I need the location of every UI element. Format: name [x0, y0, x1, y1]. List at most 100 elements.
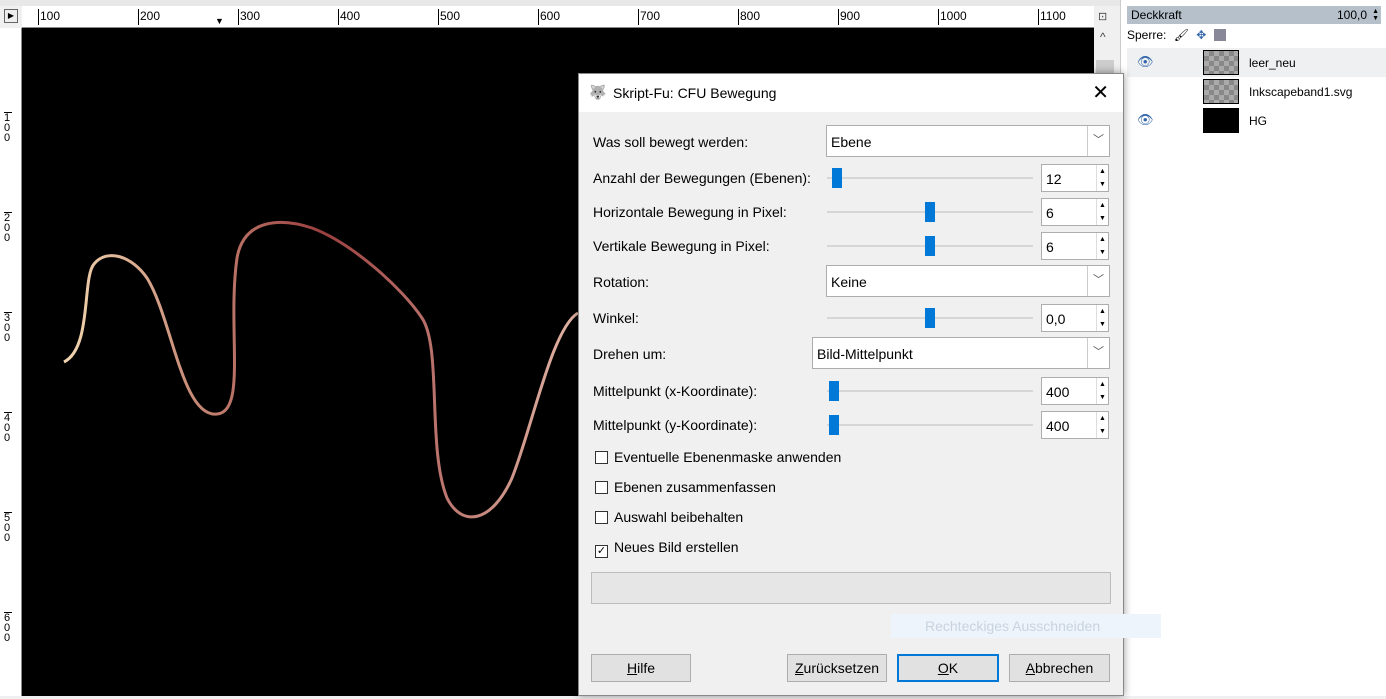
spin-arrows-icon[interactable]: ▲ ▼ [1096, 305, 1108, 331]
ruler-label: 500 [4, 512, 12, 544]
ok-button[interactable]: OK [897, 654, 999, 682]
ruler-label: 100 [4, 112, 12, 144]
tooltip: Rechteckiges Ausschneiden [891, 614, 1161, 638]
angle-slider[interactable] [827, 308, 1033, 328]
reset-button[interactable]: Zurücksetzen [787, 654, 887, 682]
cy-slider[interactable] [827, 415, 1033, 435]
slider-handle[interactable] [925, 236, 935, 256]
what-select[interactable]: Ebene ﹀ [826, 125, 1110, 157]
layer-thumbnail [1203, 50, 1239, 75]
lock-alpha-icon[interactable] [1213, 29, 1226, 41]
ruler-label: 200 [138, 9, 161, 25]
rotate-around-select[interactable]: Bild-Mittelpunkt ﹀ [812, 337, 1110, 369]
checkbox-label: Auswahl beibehalten [614, 509, 744, 525]
what-value: Ebene [831, 134, 872, 150]
cancel-button[interactable]: Abbrechen [1009, 654, 1110, 682]
layer-list: 👁 leer_neu Inkscapeband1.svg 👁 HG [1127, 48, 1386, 135]
opacity-slider[interactable]: Deckkraft 100,0 ▲ ▼ [1127, 6, 1381, 24]
checkbox-apply-mask[interactable]: Eventuelle Ebenenmaske anwenden [595, 449, 841, 465]
cx-slider[interactable] [827, 381, 1033, 401]
button-label: ilfe [637, 660, 656, 676]
spin-arrows-icon[interactable]: ▲ ▼ [1096, 378, 1108, 404]
spin-arrows-icon[interactable]: ▲ ▼ [1372, 8, 1379, 22]
ruler-label: 500 [438, 9, 461, 25]
navigate-icon[interactable]: ▶ [4, 9, 18, 23]
vmove-value[interactable]: 6 [1046, 239, 1054, 255]
slider-handle[interactable] [925, 308, 935, 328]
angle-value[interactable]: 0,0 [1046, 311, 1065, 327]
count-value[interactable]: 12 [1046, 171, 1062, 187]
slider-handle[interactable] [829, 381, 839, 401]
spin-arrows-icon[interactable]: ▲ ▼ [1096, 165, 1108, 191]
lock-row: Sperre: 🖌 ✥ [1127, 28, 1226, 42]
button-label: bbrechen [1034, 660, 1094, 676]
ruler-label: 600 [4, 612, 12, 644]
count-slider[interactable] [827, 168, 1033, 188]
script-fu-dialog: 🐺 Skript-Fu: CFU Bewegung ✕ Was soll bew… [578, 73, 1161, 696]
layer-name: leer_neu [1249, 56, 1296, 70]
checkbox-label: Neues Bild erstellen [614, 539, 739, 555]
layer-row[interactable]: 👁 HG [1127, 106, 1386, 135]
hmove-label: Horizontale Bewegung in Pixel: [593, 204, 787, 220]
chevron-down-icon: ﹀ [1087, 266, 1109, 296]
checkbox-box[interactable] [595, 481, 608, 494]
eye-icon[interactable]: 👁 [1137, 54, 1154, 70]
help-button[interactable]: Hilfe [591, 654, 691, 682]
checkbox-keep-selection[interactable]: Auswahl beibehalten [595, 509, 743, 525]
zoom-icon[interactable]: ⊡ [1098, 10, 1107, 23]
what-label: Was soll bewegt werden: [593, 134, 749, 150]
gimp-icon: 🐺 [589, 84, 607, 100]
layers-panel: Deckkraft 100,0 ▲ ▼ Sperre: 🖌 ✥ 👁 leer_ne… [1120, 0, 1386, 696]
progress-bar [591, 572, 1111, 604]
checkbox-merge-layers[interactable]: Ebenen zusammenfassen [595, 479, 776, 495]
ruler-label: 300 [238, 9, 261, 25]
checkmark-icon[interactable]: ✓ [595, 545, 608, 558]
slider-handle[interactable] [832, 168, 842, 188]
dialog-titlebar: 🐺 Skript-Fu: CFU Bewegung ✕ [579, 74, 1123, 112]
rotation-value: Keine [831, 274, 867, 290]
rotation-label: Rotation: [593, 274, 650, 290]
ruler-label: 100 [38, 9, 61, 25]
checkbox-box[interactable] [595, 451, 608, 464]
chevron-down-icon: ﹀ [1087, 338, 1109, 368]
cx-value[interactable]: 400 [1046, 384, 1069, 400]
layer-row[interactable]: Inkscapeband1.svg [1127, 77, 1386, 106]
horizontal-ruler: 100 200 300 400 500 600 700 800 900 1000… [22, 6, 1094, 28]
mnemonic: H [626, 660, 638, 676]
hmove-spinbox[interactable]: 6 ▲ ▼ [1041, 198, 1109, 226]
checkbox-new-image[interactable]: ✓ Neues Bild erstellen [595, 539, 739, 558]
mnemonic: A [1025, 660, 1035, 676]
cy-value[interactable]: 400 [1046, 418, 1069, 434]
ruler-label: 400 [4, 412, 12, 444]
cy-spinbox[interactable]: 400 ▲ ▼ [1041, 411, 1109, 439]
vmove-slider[interactable] [827, 236, 1033, 256]
scroll-up-icon[interactable]: ^ [1100, 30, 1106, 44]
ruler-label: 800 [738, 9, 761, 25]
cx-spinbox[interactable]: 400 ▲ ▼ [1041, 377, 1109, 405]
rotate-around-label: Drehen um: [593, 346, 667, 362]
rotation-select[interactable]: Keine ﹀ [826, 265, 1110, 297]
checkbox-box[interactable] [595, 511, 608, 524]
angle-spinbox[interactable]: 0,0 ▲ ▼ [1041, 304, 1109, 332]
lock-paint-icon[interactable]: 🖌 [1174, 28, 1189, 42]
ruler-label: 400 [338, 9, 361, 25]
spin-arrows-icon[interactable]: ▲ ▼ [1096, 233, 1108, 259]
count-spinbox[interactable]: 12 ▲ ▼ [1041, 164, 1109, 192]
slider-handle[interactable] [925, 202, 935, 222]
dialog-title: Skript-Fu: CFU Bewegung [613, 85, 777, 101]
lock-position-icon[interactable]: ✥ [1196, 28, 1206, 42]
spin-arrows-icon[interactable]: ▲ ▼ [1096, 412, 1108, 438]
vmove-spinbox[interactable]: 6 ▲ ▼ [1041, 232, 1109, 260]
eye-icon[interactable]: 👁 [1137, 112, 1154, 128]
spin-arrows-icon[interactable]: ▲ ▼ [1096, 199, 1108, 225]
count-label: Anzahl der Bewegungen (Ebenen): [593, 170, 811, 186]
slider-handle[interactable] [829, 415, 839, 435]
hmove-slider[interactable] [827, 202, 1033, 222]
tooltip-text: Rechteckiges Ausschneiden [925, 618, 1101, 634]
layer-row[interactable]: 👁 leer_neu [1127, 48, 1386, 77]
hmove-value[interactable]: 6 [1046, 205, 1054, 221]
opacity-value[interactable]: 100,0 [1337, 6, 1367, 24]
rotate-around-value: Bild-Mittelpunkt [817, 346, 913, 362]
ruler-label: 300 [4, 312, 12, 344]
close-icon[interactable]: ✕ [1092, 80, 1109, 105]
